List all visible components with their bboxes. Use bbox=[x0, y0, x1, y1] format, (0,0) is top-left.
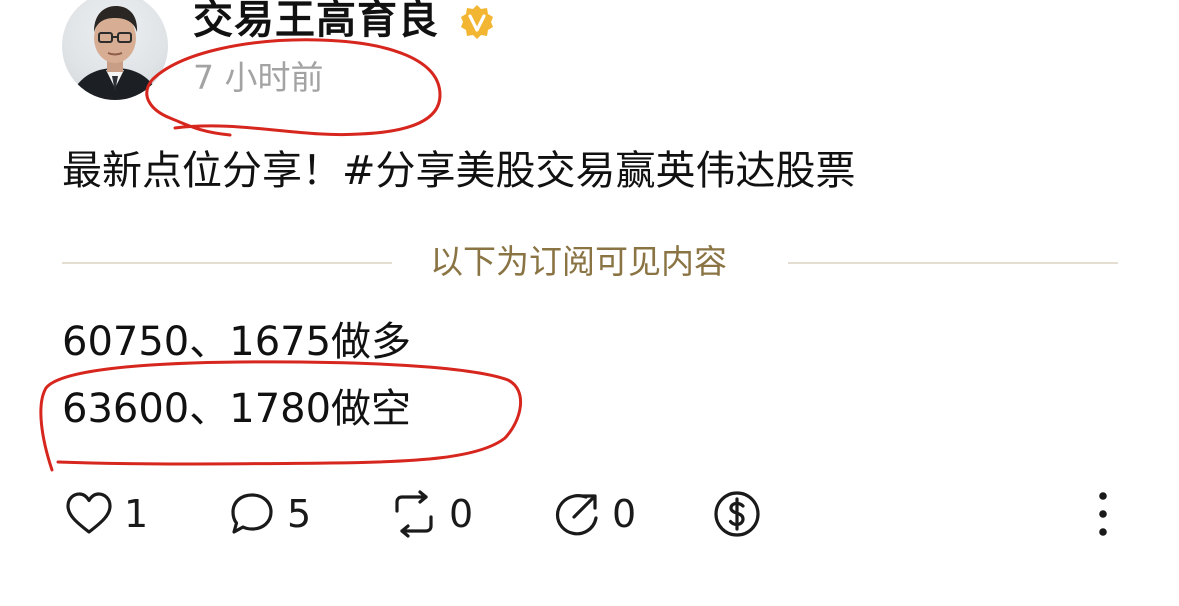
like-count: 1 bbox=[124, 492, 149, 536]
tip-button[interactable] bbox=[712, 488, 762, 540]
dollar-tip-icon bbox=[714, 491, 760, 537]
heart-icon bbox=[66, 492, 112, 534]
subscriber-divider-label: 以下为订阅可见内容 bbox=[430, 242, 727, 281]
comment-count: 5 bbox=[287, 492, 312, 536]
divider-line-right bbox=[788, 262, 1118, 264]
repost-button[interactable]: 0 bbox=[389, 488, 473, 540]
post-timestamp: 7 小时前 bbox=[193, 58, 324, 97]
like-button[interactable]: 1 bbox=[64, 488, 148, 540]
repost-icon bbox=[395, 490, 433, 538]
more-options-button[interactable] bbox=[1088, 488, 1118, 540]
author-name[interactable]: 交易王高育良 bbox=[193, 0, 439, 44]
comment-icon bbox=[231, 493, 273, 534]
verified-badge-icon bbox=[461, 5, 493, 39]
share-count: 0 bbox=[612, 492, 637, 536]
content-line-short: 63600、1780做空 bbox=[62, 386, 412, 432]
content-line-long: 60750、1675做多 bbox=[62, 319, 412, 365]
divider-line-left bbox=[62, 262, 392, 264]
repost-count: 0 bbox=[449, 492, 474, 536]
comment-button[interactable]: 5 bbox=[227, 488, 311, 540]
more-vertical-icon bbox=[1099, 492, 1107, 536]
post-text: 最新点位分享！#分享美股交易赢英伟达股票 bbox=[62, 148, 856, 194]
share-button[interactable]: 0 bbox=[552, 488, 636, 540]
avatar[interactable] bbox=[62, 0, 168, 100]
share-icon bbox=[555, 494, 598, 536]
